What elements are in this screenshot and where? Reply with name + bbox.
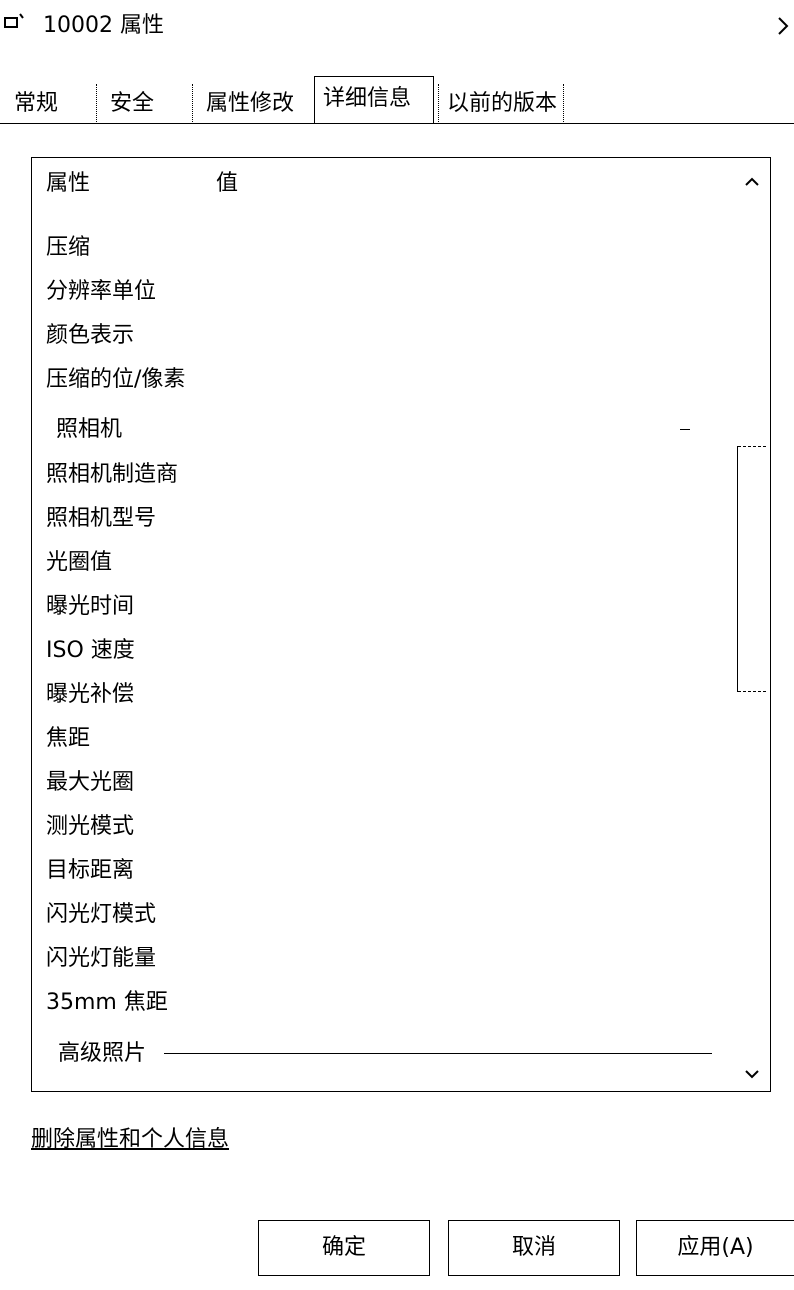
scrollbar-thumb[interactable] [737,446,767,692]
list-item[interactable]: 35mm 焦距 [46,989,168,1017]
tab-property-changes[interactable]: 属性修改 [192,84,294,124]
group-header-camera: 照相机 [56,417,123,442]
scroll-up-icon[interactable] [742,172,762,192]
title-bar: 10002 属性 [0,0,794,56]
ok-button[interactable]: 确定 [258,1220,430,1276]
tab-general[interactable]: 常规 [14,84,58,124]
tab-underline [0,123,794,124]
list-item[interactable]: 光圈值 [46,549,112,577]
tab-previous-versions[interactable]: 以前的版本 [438,84,565,124]
tab-details[interactable]: 详细信息 [314,76,434,124]
window-icon [4,13,24,28]
list-item[interactable]: 曝光补偿 [46,681,134,709]
list-item[interactable]: 颜色表示 [46,322,134,350]
list-item[interactable]: 压缩的位/像素 [46,366,185,394]
group-divider [680,429,690,430]
window-title: 10002 属性 [43,13,164,38]
column-header-property[interactable]: 属性 [46,169,90,199]
chevron-right-icon[interactable] [774,12,792,40]
list-item[interactable]: 闪光灯模式 [46,901,156,929]
group-divider [164,1053,712,1054]
clipped-row: ▬▬▬▬ ▬ [46,212,339,218]
list-item[interactable]: ISO 速度 [46,637,135,665]
list-item[interactable]: 闪光灯能量 [46,945,156,973]
list-item[interactable]: 照相机型号 [46,505,156,533]
list-item[interactable]: 目标距离 [46,857,134,885]
list-item[interactable]: 分辨率单位 [46,278,156,306]
cancel-button[interactable]: 取消 [448,1220,620,1276]
apply-button[interactable]: 应用(A) [636,1220,794,1276]
list-item[interactable]: 照相机制造商 [46,461,178,489]
list-item[interactable]: 焦距 [46,725,90,753]
list-item[interactable]: 曝光时间 [46,593,134,621]
clipped-row: ▬▬▬▬ [46,1086,129,1091]
tab-security[interactable]: 安全 [96,84,154,124]
group-header-advanced-photo: 高级照片 [58,1041,147,1066]
property-list[interactable]: 属性 值 ▬▬▬▬ ▬ 压缩 分辨率单位 颜色表示 压缩的位/像素 照相机 照相… [31,157,771,1092]
list-item[interactable]: 最大光圈 [46,769,134,797]
scroll-down-icon[interactable] [742,1064,762,1084]
tab-bar: 常规 安全 属性修改 详细信息 以前的版本 [0,76,794,126]
list-item[interactable]: 测光模式 [46,813,134,841]
remove-properties-link[interactable]: 删除属性和个人信息 [31,1125,229,1155]
column-header-value[interactable]: 值 [216,169,238,199]
list-item[interactable]: 压缩 [46,234,90,262]
list-header: 属性 值 [32,158,770,208]
